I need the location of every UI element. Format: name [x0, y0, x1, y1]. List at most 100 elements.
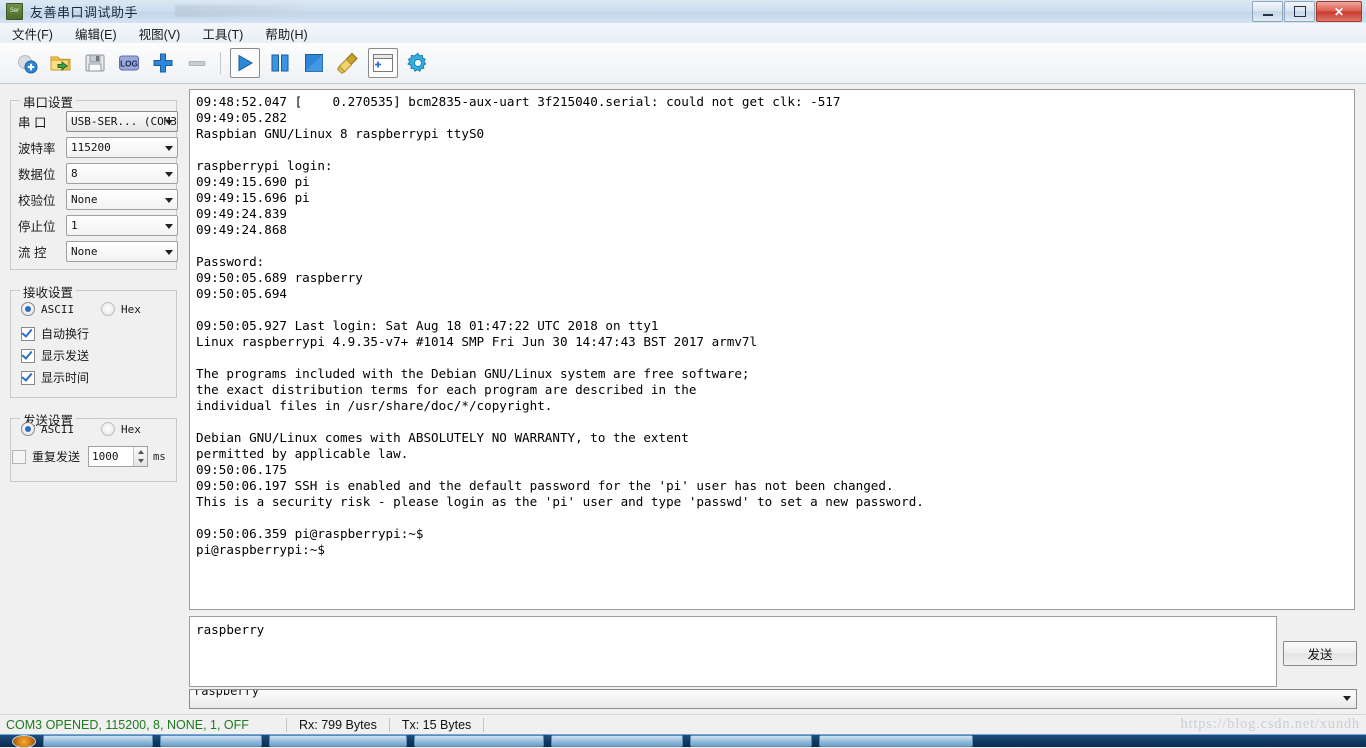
taskbar-item[interactable] [551, 735, 683, 747]
app-icon: Ser [6, 3, 23, 20]
databits-select[interactable]: 8 [66, 163, 178, 184]
baudrate-value: 115200 [71, 141, 111, 154]
status-rx: Rx: 799 Bytes [299, 718, 377, 732]
parity-select[interactable]: None [66, 189, 178, 210]
stopbits-value: 1 [71, 219, 78, 232]
status-connection: COM3 OPENED, 115200, 8, NONE, 1, OFF [6, 718, 249, 732]
radio-on-icon [21, 302, 35, 316]
checkbox-checked-icon [21, 348, 35, 363]
menu-help[interactable]: 帮助(H) [255, 22, 317, 45]
status-divider [483, 718, 485, 732]
stop-icon[interactable] [300, 49, 328, 77]
send-input-value: raspberry [196, 622, 265, 637]
remove-minus-icon [183, 49, 211, 77]
open-folder-icon[interactable] [47, 49, 75, 77]
send-ascii-option[interactable]: ASCII [21, 422, 74, 436]
stepper-buttons[interactable] [133, 447, 148, 467]
taskbar-item[interactable] [414, 735, 544, 747]
radio-off-icon [101, 422, 115, 436]
chevron-down-icon [1343, 696, 1351, 701]
auto-wrap-checkbox[interactable]: 自动换行 [21, 325, 89, 342]
serial-settings-title: 串口设置 [20, 92, 77, 111]
flowcontrol-select[interactable]: None [66, 241, 178, 262]
show-send-checkbox[interactable]: 显示发送 [21, 347, 89, 364]
baudrate-row: 波特率 115200 [18, 137, 178, 158]
maximize-button[interactable] [1284, 1, 1315, 22]
status-tx: Tx: 15 Bytes [401, 718, 472, 732]
application-window: Ser 友善串口调试助手 ✕ 文件(F) 编辑(E) 视图(V) 工具(T) 帮… [0, 0, 1366, 748]
send-hex-option[interactable]: Hex [101, 422, 141, 436]
menu-bar: 文件(F) 编辑(E) 视图(V) 工具(T) 帮助(H) [0, 23, 1366, 44]
gear-settings-icon[interactable] [404, 49, 432, 77]
flowcontrol-label: 流 控 [18, 246, 47, 260]
add-plus-icon[interactable] [149, 49, 177, 77]
new-window-icon[interactable] [368, 48, 398, 78]
receive-ascii-label: ASCII [41, 302, 75, 316]
databits-value: 8 [71, 167, 78, 180]
show-time-label: 显示时间 [41, 371, 90, 385]
show-time-checkbox[interactable]: 显示时间 [21, 369, 89, 386]
taskbar-item[interactable] [269, 735, 407, 747]
chevron-down-icon [165, 171, 173, 177]
send-ascii-label: ASCII [41, 422, 75, 436]
send-button[interactable]: 发送 [1283, 641, 1357, 666]
repeat-send-label: 重复发送 [32, 450, 81, 464]
terminal-output[interactable]: 09:48:52.047 [ 0.270535] bcm2835-aux-uar… [189, 89, 1355, 610]
port-label: 串 口 [18, 116, 47, 130]
window-title: 友善串口调试助手 [30, 5, 139, 20]
toolbar-separator [220, 52, 221, 74]
taskbar-item[interactable] [819, 735, 973, 747]
pause-icon[interactable] [266, 49, 294, 77]
taskbar-item[interactable] [160, 735, 262, 747]
menu-file[interactable]: 文件(F) [2, 22, 63, 45]
checkbox-checked-icon [21, 326, 35, 341]
title-bar: Ser 友善串口调试助手 ✕ [0, 0, 1366, 24]
checkbox-checked-icon [21, 370, 35, 385]
menu-tools[interactable]: 工具(T) [192, 22, 253, 45]
play-icon[interactable] [230, 48, 260, 78]
log-icon[interactable]: LOG [115, 49, 143, 77]
chevron-down-icon [165, 145, 173, 151]
stopbits-select[interactable]: 1 [66, 215, 178, 236]
minimize-button[interactable] [1252, 1, 1283, 22]
stepper-down-icon[interactable] [134, 457, 147, 467]
clear-broom-icon[interactable] [334, 49, 362, 77]
port-value: USB-SER... (COM3 [71, 115, 177, 128]
stopbits-row: 停止位 1 [18, 215, 178, 236]
receive-hex-label: Hex [121, 302, 141, 316]
close-button[interactable]: ✕ [1316, 1, 1362, 22]
baudrate-select[interactable]: 115200 [66, 137, 178, 158]
receive-hex-option[interactable]: Hex [101, 302, 141, 316]
port-select[interactable]: USB-SER... (COM3 [66, 111, 178, 132]
chevron-down-icon [165, 223, 173, 229]
parity-row: 校验位 None [18, 189, 178, 210]
flowcontrol-value: None [71, 245, 98, 258]
new-connection-icon[interactable] [13, 49, 41, 77]
chevron-down-icon [165, 249, 173, 255]
menu-view[interactable]: 视图(V) [129, 22, 191, 45]
send-input[interactable]: raspberry [189, 616, 1277, 687]
parity-label: 校验位 [18, 194, 56, 208]
databits-row: 数据位 8 [18, 163, 178, 184]
toolbar: LOG [0, 43, 1366, 84]
window-controls: ✕ [1252, 1, 1362, 22]
send-hex-label: Hex [121, 422, 141, 436]
stepper-up-icon[interactable] [134, 447, 147, 457]
svg-text:LOG: LOG [120, 59, 138, 68]
save-disk-icon[interactable] [81, 49, 109, 77]
settings-sidebar: 串口设置 串 口 USB-SER... (COM3 波特率 115200 数据位… [0, 84, 185, 714]
taskbar-item[interactable] [690, 735, 812, 747]
send-history-select[interactable]: raspberry [189, 689, 1357, 709]
chevron-down-icon [165, 197, 173, 203]
send-history-value: raspberry [194, 689, 260, 698]
repeat-interval-stepper[interactable]: 1000 [88, 446, 149, 467]
title-blurred-region [175, 5, 305, 17]
port-row: 串 口 USB-SER... (COM3 [18, 111, 178, 132]
repeat-send-checkbox[interactable] [12, 449, 26, 464]
auto-wrap-label: 自动换行 [41, 327, 90, 341]
databits-label: 数据位 [18, 168, 56, 182]
repeat-interval-value: 1000 [92, 450, 119, 463]
taskbar-item[interactable] [43, 735, 153, 747]
menu-edit[interactable]: 编辑(E) [65, 22, 127, 45]
receive-ascii-option[interactable]: ASCII [21, 302, 74, 316]
